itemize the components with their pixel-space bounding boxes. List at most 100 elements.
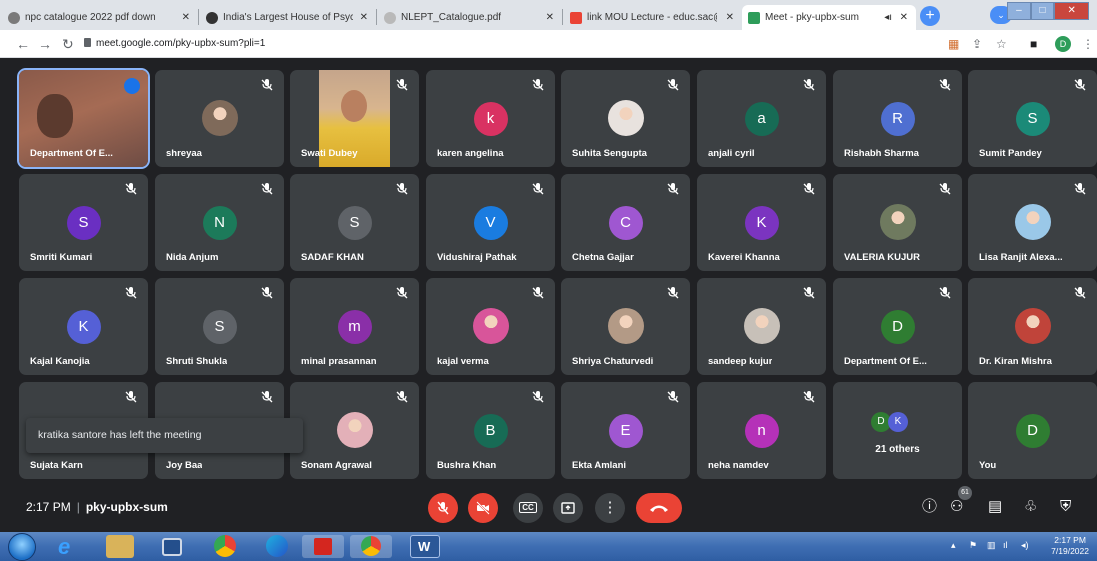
leave-call-button[interactable] — [636, 493, 682, 523]
participant-tile[interactable]: S Shruti Shukla — [155, 278, 284, 375]
speaker-icon[interactable]: ◂ı — [884, 12, 892, 23]
site-favicon-icon — [206, 11, 218, 24]
reload-icon[interactable]: ↻ — [62, 36, 74, 52]
internet-explorer-taskbar-icon[interactable]: e — [58, 535, 94, 558]
hang-up-icon — [650, 505, 668, 512]
tab-psych-house[interactable]: India's Largest House of Psych ✕ — [200, 5, 376, 30]
participant-tile[interactable]: VALERIA KUJUR — [833, 174, 962, 271]
signal-icon[interactable]: ıl — [1003, 540, 1008, 550]
host-controls-icon[interactable]: ⛨ — [1060, 499, 1071, 515]
profile-avatar[interactable]: D — [1055, 36, 1071, 52]
camera-off-button[interactable] — [468, 493, 498, 523]
participant-tile[interactable]: Shriya Chaturvedi — [561, 278, 690, 375]
close-icon[interactable]: ✕ — [182, 12, 190, 23]
file-explorer-taskbar-icon[interactable] — [106, 535, 134, 558]
media-player-taskbar-icon[interactable] — [162, 538, 182, 556]
mic-muted-icon — [802, 182, 816, 196]
clock-time: 2:17 PM — [1054, 535, 1086, 545]
participant-tile[interactable]: Dr. Kiran Mishra — [968, 278, 1097, 375]
chat-icon[interactable]: ▤ — [988, 499, 1002, 515]
more-options-button[interactable]: ⋮ — [595, 493, 625, 523]
participant-tile[interactable]: K Kaverei Khanna — [697, 174, 826, 271]
avatar: V — [473, 206, 508, 240]
participant-tile[interactable]: kajal verma — [426, 278, 555, 375]
tab-gmail-mou[interactable]: link MOU Lecture - educ.sac@ ✕ — [564, 5, 742, 30]
participant-name: SADAF KHAN — [301, 252, 364, 263]
participant-tile[interactable]: N Nida Anjum — [155, 174, 284, 271]
participant-tile[interactable]: S SADAF KHAN — [290, 174, 419, 271]
participant-tile[interactable]: n neha namdev — [697, 382, 826, 479]
participant-tile[interactable]: m minal prasannan — [290, 278, 419, 375]
word-taskbar-icon[interactable]: W — [410, 535, 440, 558]
system-tray: ▴ ⚑ ▥ ıl ◂) 2:17 PM 7/19/2022 — [937, 532, 1097, 561]
sidebar-icon[interactable]: ■ — [1030, 36, 1037, 52]
chrome-taskbar-icon[interactable] — [214, 535, 236, 557]
maximize-button[interactable]: □ — [1030, 2, 1055, 20]
url-field[interactable]: meet.google.com/pky-upbx-sum?pli=1 — [96, 38, 265, 49]
translate-icon[interactable]: ▦ — [948, 36, 959, 52]
close-icon[interactable]: ✕ — [546, 12, 554, 23]
kebab-menu-icon[interactable]: ⋮ — [1082, 36, 1094, 52]
network-icon[interactable]: ▥ — [987, 540, 996, 551]
minimize-button[interactable]: – — [1007, 2, 1031, 20]
tab-meet-active[interactable]: Meet - pky-upbx-sum ◂ı ✕ — [742, 5, 916, 30]
participant-tile[interactable]: D K 21 others — [833, 382, 962, 479]
avatar-photo — [743, 308, 780, 344]
acrobat-taskbar-icon[interactable] — [302, 535, 344, 558]
participant-tile[interactable]: D Department Of E... — [833, 278, 962, 375]
close-icon[interactable]: ✕ — [726, 12, 734, 23]
avatar-photo — [472, 308, 509, 344]
participant-name: karen angelina — [437, 148, 504, 159]
flag-icon[interactable]: ⚑ — [969, 540, 977, 551]
meeting-time: 2:17 PM — [26, 500, 71, 514]
participant-tile[interactable]: shreyaa — [155, 70, 284, 167]
present-button[interactable] — [553, 493, 583, 523]
participant-tile[interactable]: V Vidushiraj Pathak — [426, 174, 555, 271]
share-icon[interactable]: ⇪ — [972, 36, 982, 52]
participant-tile[interactable]: R Rishabh Sharma — [833, 70, 962, 167]
activities-icon[interactable]: ♧ — [1024, 499, 1037, 515]
mic-muted-icon — [395, 78, 409, 92]
mic-muted-icon — [531, 286, 545, 300]
participant-tile[interactable]: a anjali cyril — [697, 70, 826, 167]
show-hidden-icons-icon[interactable]: ▴ — [951, 540, 956, 551]
edge-taskbar-icon[interactable] — [266, 535, 288, 557]
bookmark-star-icon[interactable]: ☆ — [996, 36, 1007, 52]
participant-tile[interactable]: K Kajal Kanojia — [19, 278, 148, 375]
meeting-info-icon[interactable]: ⓘ — [922, 499, 937, 515]
participant-tile[interactable]: B Bushra Khan — [426, 382, 555, 479]
participant-tile[interactable]: S Sumit Pandey — [968, 70, 1097, 167]
participant-tile[interactable]: Department Of E... — [17, 68, 150, 169]
mic-off-button[interactable] — [428, 493, 458, 523]
participant-tile[interactable]: D You — [968, 382, 1097, 479]
windows-start-button[interactable] — [8, 533, 36, 561]
participant-name: Shruti Shukla — [166, 356, 228, 367]
participant-tile[interactable]: Swati Dubey — [290, 70, 419, 167]
captions-button[interactable]: CC — [513, 493, 543, 523]
participant-tile[interactable]: S Smriti Kumari — [19, 174, 148, 271]
window-close-button[interactable]: ✕ — [1054, 2, 1090, 20]
close-icon[interactable]: ✕ — [900, 12, 908, 23]
volume-icon[interactable]: ◂) — [1021, 540, 1029, 551]
participant-tile[interactable]: E Ekta Amlani — [561, 382, 690, 479]
back-arrow-icon[interactable]: ← — [16, 36, 30, 52]
participant-tile[interactable]: Sonam Agrawal — [290, 382, 419, 479]
participant-tile[interactable]: sandeep kujur — [697, 278, 826, 375]
participant-tile[interactable]: C Chetna Gajjar — [561, 174, 690, 271]
new-tab-button[interactable]: + — [920, 6, 940, 26]
avatar: R — [880, 102, 915, 136]
chrome-active-taskbar-icon[interactable] — [350, 535, 392, 558]
participant-name: kajal verma — [437, 356, 489, 367]
mic-muted-icon — [666, 390, 680, 404]
participant-tile[interactable]: Lisa Ranjit Alexa... — [968, 174, 1097, 271]
close-icon[interactable]: ✕ — [360, 12, 368, 23]
tab-npc-catalogue[interactable]: npc catalogue 2022 pdf down ✕ — [2, 5, 198, 30]
forward-arrow-icon[interactable]: → — [38, 36, 52, 52]
system-clock[interactable]: 2:17 PM 7/19/2022 — [1051, 535, 1089, 557]
participant-tile[interactable]: Suhita Sengupta — [561, 70, 690, 167]
avatar: K — [744, 206, 779, 240]
people-icon[interactable]: ⚇ — [950, 499, 963, 515]
tab-nlept-catalogue[interactable]: NLEPT_Catalogue.pdf ✕ — [378, 5, 562, 30]
participant-tile[interactable]: k karen angelina — [426, 70, 555, 167]
avatar-photo — [607, 100, 644, 136]
